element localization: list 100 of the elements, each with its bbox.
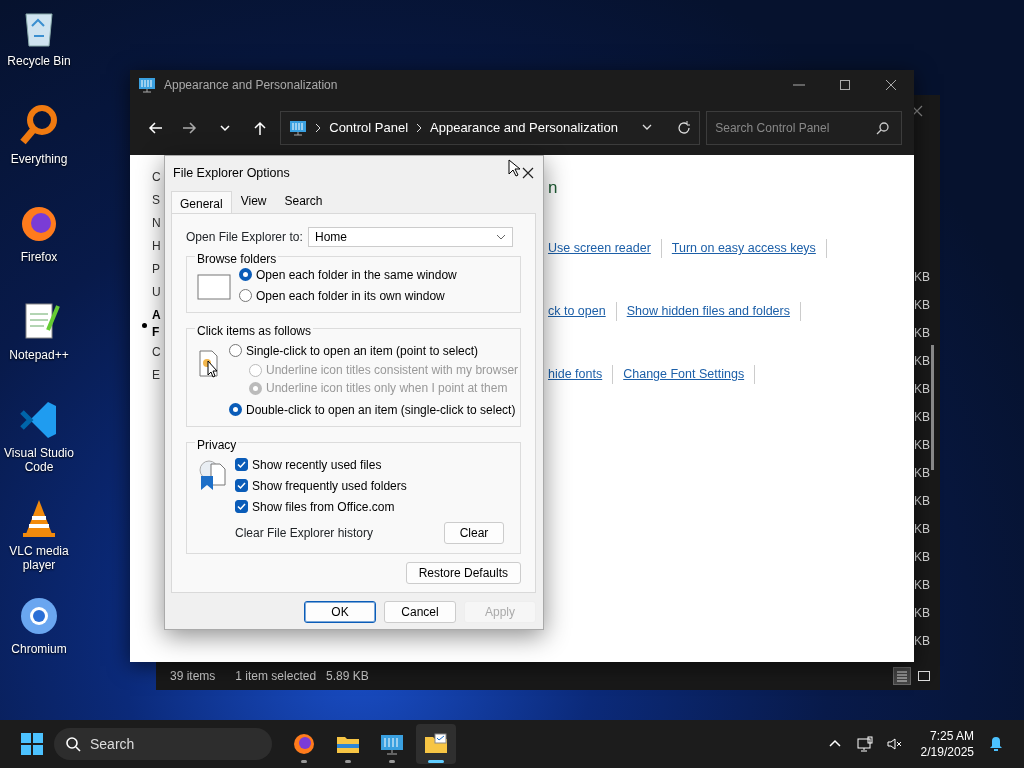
size-cell-text: KB xyxy=(914,382,930,398)
option-label: Double-click to open an item (single-click to select) xyxy=(246,401,516,419)
desktop-icon-label[interactable]: Notepad++ xyxy=(9,348,69,362)
forward-arrow-icon[interactable] xyxy=(181,119,198,136)
chevron-right-icon xyxy=(315,122,322,133)
size-cell-text: KB xyxy=(914,326,930,342)
size-cell-text: KB xyxy=(914,634,930,650)
size-cell-text: KB xyxy=(914,298,930,314)
size-cell-text: KB xyxy=(914,578,930,594)
dialog-button[interactable]: Cancel xyxy=(384,601,456,623)
tab[interactable]: Search xyxy=(275,188,332,213)
size-cell-text: KB xyxy=(914,550,930,566)
close-icon[interactable] xyxy=(522,167,534,179)
sidebar-link[interactable]: E xyxy=(152,367,160,390)
status-text: 5.89 KB xyxy=(326,668,369,685)
radio-button[interactable] xyxy=(229,403,242,416)
chevron-down-icon xyxy=(496,232,506,242)
sidebar-link[interactable]: F xyxy=(152,324,160,341)
settings-link[interactable]: Show hidden files and folders xyxy=(626,302,801,321)
square-icon xyxy=(917,669,931,683)
search-icon[interactable] xyxy=(876,120,890,135)
tab[interactable]: General xyxy=(171,191,232,213)
restore-defaults-button[interactable]: Restore Defaults xyxy=(405,562,521,584)
control-panel-icon xyxy=(380,732,404,756)
speaker-muted-icon[interactable] xyxy=(886,736,903,752)
dropdown-field[interactable]: Home xyxy=(308,227,513,247)
field-label: Clear File Explorer history xyxy=(235,525,374,542)
window-title: Appearance and Personalization xyxy=(164,77,338,94)
taskbar-app-button[interactable] xyxy=(416,724,456,764)
dialog-button: Apply xyxy=(464,601,536,623)
settings-link[interactable]: ck to open xyxy=(548,302,617,321)
start-logo-icon[interactable] xyxy=(20,732,44,756)
option-label: Show frequently used folders xyxy=(252,477,407,495)
checkbox[interactable] xyxy=(235,500,248,513)
folder-check-icon xyxy=(424,732,448,756)
current-item-bullet xyxy=(142,323,147,328)
mouse-pointer-icon xyxy=(508,159,520,177)
size-cell-text: KB xyxy=(914,354,930,370)
tab[interactable]: View xyxy=(231,188,276,213)
option-label: Open each folder in its own window xyxy=(256,287,445,305)
network-monitor-icon[interactable] xyxy=(856,736,873,752)
breadcrumb-item[interactable]: Appearance and Personalization xyxy=(430,117,618,138)
sidebar-link[interactable]: U xyxy=(152,284,161,307)
dialog-button[interactable]: OK xyxy=(304,601,376,623)
search-icon xyxy=(65,736,81,752)
desktop-icon-label[interactable]: Firefox xyxy=(20,250,58,264)
size-cell-text: KB xyxy=(914,522,930,538)
clock-time[interactable]: 7:25 AM xyxy=(920,728,974,744)
option-label: Underline icon titles only when I point at them xyxy=(266,380,508,397)
document-pointer-icon xyxy=(197,348,221,380)
settings-link[interactable]: Turn on easy access keys xyxy=(671,239,827,258)
status-text: 39 items xyxy=(170,668,216,685)
sidebar-link[interactable]: P xyxy=(152,261,160,284)
control-panel-icon xyxy=(138,77,156,93)
clock-date[interactable]: 2/19/2025 xyxy=(920,744,974,760)
sidebar-link[interactable]: N xyxy=(152,215,161,238)
status-text: 1 item selected xyxy=(235,668,317,685)
address-bar[interactable]: Control Panel Appearance and Personalization xyxy=(280,110,701,145)
window-frame-icon xyxy=(197,274,231,300)
radio-button[interactable] xyxy=(229,344,242,357)
desktop-icon-label[interactable]: Everything xyxy=(10,152,68,166)
size-cell-text: KB xyxy=(914,438,930,454)
checkbox[interactable] xyxy=(235,479,248,492)
desktop-icon-label[interactable]: VLC media player xyxy=(0,544,78,572)
option-label: Single-click to open an item (point to select) xyxy=(246,342,479,360)
search-field[interactable]: Search Control Panel xyxy=(706,110,902,145)
refresh-icon[interactable] xyxy=(677,120,692,135)
option-label: Show files from Office.com xyxy=(252,498,395,516)
desktop-icon-label[interactable]: Chromium xyxy=(11,642,67,656)
sidebar-link[interactable]: H xyxy=(152,238,161,261)
section-heading: n xyxy=(548,177,559,199)
notification-bell-icon[interactable] xyxy=(988,736,1004,752)
taskbar-search-field[interactable]: Search xyxy=(54,728,272,760)
desktop-icon-label[interactable]: Recycle Bin xyxy=(7,54,71,68)
privacy-documents-icon xyxy=(197,458,227,492)
sidebar-link[interactable]: C xyxy=(152,169,161,192)
radio-button[interactable] xyxy=(239,268,252,281)
settings-link[interactable]: hide fonts xyxy=(548,365,614,384)
settings-link[interactable]: Change Font Settings xyxy=(623,365,756,384)
size-cell-text: KB xyxy=(914,410,930,426)
details-view-button[interactable] xyxy=(893,667,911,685)
radio-button[interactable] xyxy=(239,289,252,302)
option-label: Show recently used files xyxy=(252,456,382,474)
size-cell-text: KB xyxy=(914,606,930,622)
list-lines-icon xyxy=(895,669,909,683)
sidebar-link[interactable]: A xyxy=(152,307,161,324)
scrollbar-thumb-icon xyxy=(931,345,934,470)
back-arrow-icon[interactable] xyxy=(146,119,163,136)
breadcrumb-item[interactable]: Control Panel xyxy=(329,117,409,138)
size-cell-text: KB xyxy=(914,270,930,286)
clear-button[interactable]: Clear xyxy=(444,522,504,544)
desktop-icon-label[interactable]: Visual Studio Code xyxy=(0,446,78,474)
checkbox[interactable] xyxy=(235,458,248,471)
settings-link[interactable]: Use screen reader xyxy=(548,239,662,258)
chevron-right-icon xyxy=(416,122,423,133)
sidebar-link[interactable]: S xyxy=(152,192,160,215)
field-label: Open File Explorer to: xyxy=(186,229,303,246)
size-cell-text: KB xyxy=(914,494,930,510)
control-panel-icon xyxy=(289,119,308,136)
sidebar-link[interactable]: C xyxy=(152,344,161,367)
